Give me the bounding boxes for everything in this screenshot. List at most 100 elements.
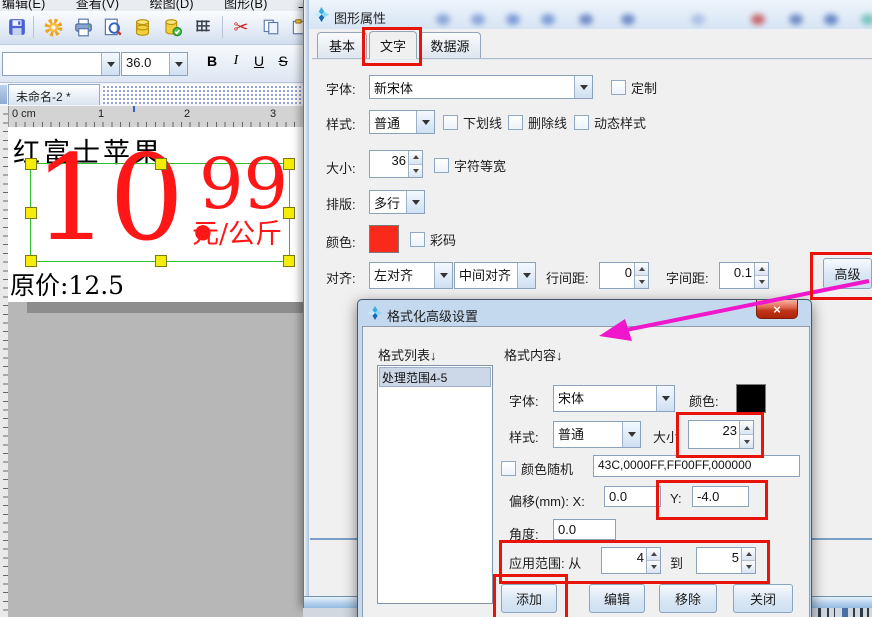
- font-combo[interactable]: 新宋体: [369, 75, 593, 99]
- document-tab-bar: 未命名-2 *: [0, 83, 303, 107]
- database-sync-icon[interactable]: [161, 16, 183, 38]
- properties-dialog-icon: [314, 7, 329, 27]
- properties-dialog-title: 图形属性: [334, 8, 386, 27]
- adv-font-label: 字体:: [509, 391, 539, 410]
- charspacing-down-icon[interactable]: [755, 275, 768, 288]
- font-family-dropdown-icon[interactable]: [101, 53, 119, 75]
- dynamic-style-checkbox-label: 动态样式: [594, 113, 646, 132]
- close-icon[interactable]: ×: [756, 300, 798, 319]
- edit-button[interactable]: 编辑: [589, 584, 645, 613]
- adv-style-combo[interactable]: 普通: [553, 421, 641, 448]
- size-spin-down-icon[interactable]: [409, 164, 422, 178]
- monowidth-checkbox[interactable]: 字符等宽: [434, 156, 506, 175]
- highlight-box-text-tab: [362, 27, 422, 66]
- database-icon[interactable]: [131, 16, 153, 38]
- format-list-item[interactable]: 处理范围4-5: [379, 367, 491, 387]
- cut-icon[interactable]: ✂: [230, 16, 252, 38]
- print-preview-icon[interactable]: [101, 16, 123, 38]
- highlight-box-advanced-button: [810, 252, 872, 300]
- custom-checkbox[interactable]: 定制: [611, 78, 657, 97]
- original-price-text[interactable]: 原价:12.5: [10, 266, 124, 302]
- font-size-dropdown-icon[interactable]: [169, 53, 187, 75]
- ruler-label-0: 0 cm: [12, 108, 36, 120]
- monowidth-checkbox-label: 字符等宽: [454, 156, 506, 175]
- align-v-combo[interactable]: 中间对齐: [454, 262, 536, 289]
- italic-button[interactable]: I: [226, 53, 246, 69]
- layout-combo[interactable]: 多行: [369, 190, 425, 214]
- resize-handle-ne[interactable]: [283, 158, 295, 170]
- resize-handle-e[interactable]: [283, 207, 295, 219]
- resize-handle-n[interactable]: [155, 158, 167, 170]
- tab-datasource[interactable]: 数据源: [419, 32, 481, 58]
- align-h-dropdown-icon[interactable]: [434, 263, 452, 288]
- document-icon: [0, 85, 7, 104]
- ruler-cursor-marker: [133, 106, 135, 112]
- charspacing-label: 字间距:: [666, 268, 709, 287]
- random-color-field[interactable]: 43C,0000FF,FF00FF,000000: [593, 455, 800, 477]
- dynamic-style-checkbox[interactable]: 动态样式: [574, 113, 646, 132]
- adv-style-dropdown-icon[interactable]: [622, 422, 640, 447]
- advanced-dialog-title: 格式化高级设置: [387, 306, 478, 325]
- size-spin-up-icon[interactable]: [409, 151, 422, 164]
- adv-font-combo[interactable]: 宋体: [553, 385, 675, 412]
- strikethrough-button[interactable]: S: [273, 53, 293, 69]
- close-button[interactable]: 关闭: [733, 584, 793, 613]
- resize-handle-s[interactable]: [155, 255, 167, 267]
- charspacing-up-icon[interactable]: [755, 263, 768, 275]
- align-h-value: 左对齐: [370, 263, 434, 288]
- resize-handle-nw[interactable]: [25, 158, 37, 170]
- font-family-combo[interactable]: [2, 52, 120, 76]
- copy-icon[interactable]: [260, 16, 282, 38]
- print-icon[interactable]: [72, 16, 94, 38]
- layout-combo-dropdown-icon[interactable]: [406, 191, 424, 213]
- format-content-header: 格式内容↓: [504, 345, 563, 364]
- strikeout-checkbox-label: 删除线: [528, 113, 567, 132]
- custom-checkbox-box[interactable]: [611, 80, 626, 95]
- grid-icon[interactable]: [192, 16, 214, 38]
- format-listbox[interactable]: 处理范围4-5: [377, 365, 493, 604]
- layout-combo-value: 多行: [370, 191, 406, 213]
- linespacing-label: 行间距:: [546, 268, 589, 287]
- linespacing-spinner[interactable]: 0: [599, 262, 649, 289]
- font-combo-value: 新宋体: [370, 76, 574, 98]
- size-label: 大小:: [326, 158, 356, 177]
- text-color-swatch[interactable]: [369, 225, 399, 253]
- align-h-combo[interactable]: 左对齐: [369, 262, 453, 289]
- resize-handle-se[interactable]: [283, 255, 295, 267]
- size-spinner[interactable]: 36: [369, 150, 423, 178]
- font-size-combo[interactable]: 36.0: [121, 52, 188, 76]
- settings-gear-icon[interactable]: [42, 16, 64, 38]
- style-combo-dropdown-icon[interactable]: [416, 111, 434, 133]
- strikeout-checkbox[interactable]: 删除线: [508, 113, 567, 132]
- save-icon[interactable]: [6, 16, 28, 38]
- adv-style-label: 样式:: [509, 427, 539, 446]
- underline-checkbox-label: 下划线: [463, 113, 502, 132]
- adv-font-dropdown-icon[interactable]: [656, 386, 674, 411]
- underline-button[interactable]: U: [249, 53, 269, 69]
- align-v-dropdown-icon[interactable]: [517, 263, 535, 288]
- linespacing-down-icon[interactable]: [635, 275, 648, 288]
- linespacing-up-icon[interactable]: [635, 263, 648, 275]
- random-color-checkbox[interactable]: 颜色随机: [501, 459, 573, 478]
- tab-basic[interactable]: 基本: [317, 32, 367, 58]
- adv-color-swatch[interactable]: [736, 384, 766, 413]
- document-tab[interactable]: 未命名-2 *: [8, 84, 100, 105]
- remove-button[interactable]: 移除: [659, 584, 717, 613]
- page-shadow: [27, 302, 303, 313]
- underline-checkbox[interactable]: 下划线: [443, 113, 502, 132]
- colorcode-checkbox[interactable]: 彩码: [410, 230, 456, 249]
- style-combo[interactable]: 普通: [369, 110, 435, 134]
- resize-handle-w[interactable]: [25, 207, 37, 219]
- angle-field[interactable]: 0.0: [553, 519, 616, 540]
- properties-dialog-titlebar[interactable]: [309, 0, 872, 29]
- offset-x-field[interactable]: 0.0: [604, 486, 661, 507]
- highlight-box-offset-y: [656, 480, 768, 520]
- price-fraction-text: 99: [199, 149, 288, 219]
- advanced-dialog-titlebar[interactable]: 格式化高级设置 ×: [358, 300, 811, 326]
- price-object-selection[interactable]: 10. 99 元/公斤: [30, 163, 290, 262]
- charspacing-spinner[interactable]: 0.1: [719, 262, 769, 289]
- font-combo-dropdown-icon[interactable]: [574, 76, 592, 98]
- ruler-label-2: 2: [184, 108, 190, 120]
- bold-button[interactable]: B: [202, 53, 222, 69]
- label-canvas[interactable]: 红富士苹果 10. 99 元/公斤 原价:12.5: [8, 127, 303, 302]
